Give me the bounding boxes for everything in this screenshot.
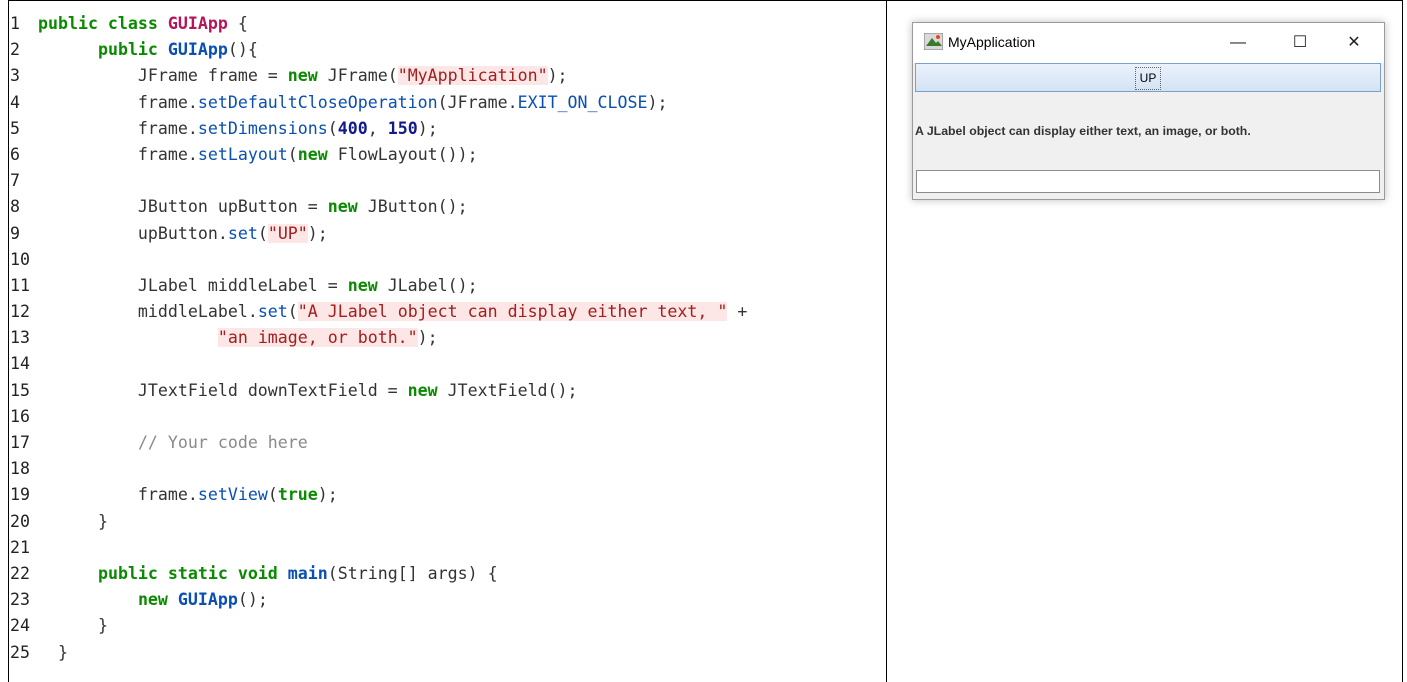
- code-line: 23 new GUIApp();: [10, 587, 880, 613]
- code-line: 7: [10, 168, 880, 194]
- code-line: 14: [10, 351, 880, 377]
- line-number: 19: [10, 485, 30, 505]
- line-number: 15: [10, 380, 30, 400]
- line-number: 10: [10, 249, 30, 269]
- column-divider: [886, 0, 887, 682]
- app-window: MyApplication — ☐ ✕ UP A JLabel object c…: [912, 22, 1385, 200]
- code-listing: 1 public class GUIApp { 2 public GUIApp()…: [10, 11, 880, 666]
- down-text-field[interactable]: [916, 170, 1380, 193]
- java-cup-icon: [924, 33, 943, 50]
- code-line: 21: [10, 535, 880, 561]
- code-line: 25}: [10, 640, 880, 666]
- line-number: 23: [10, 590, 30, 610]
- code-line: 19 frame.setView(true);: [10, 482, 880, 508]
- line-number: 6: [10, 144, 20, 164]
- line-number: 7: [10, 171, 20, 191]
- code-line: 20 }: [10, 509, 880, 535]
- close-button[interactable]: ✕: [1332, 27, 1376, 59]
- code-line: 5 frame.setDimensions(400, 150);: [10, 116, 880, 142]
- line-number: 20: [10, 511, 30, 531]
- line-number: 16: [10, 406, 30, 426]
- minimize-button[interactable]: —: [1216, 27, 1260, 59]
- line-number: 4: [10, 92, 20, 112]
- code-line: 13 "an image, or both.");: [10, 325, 880, 351]
- line-number: 13: [10, 328, 30, 348]
- code-line: 15 JTextField downTextField = new JTextF…: [10, 378, 880, 404]
- code-line: 4 frame.setDefaultCloseOperation(JFrame.…: [10, 90, 880, 116]
- title-bar[interactable]: MyApplication — ☐ ✕: [913, 23, 1384, 63]
- line-number: 5: [10, 118, 20, 138]
- window-title: MyApplication: [948, 34, 1036, 50]
- middle-label: A JLabel object can display either text,…: [915, 124, 1251, 138]
- code-line: 18: [10, 456, 880, 482]
- line-number: 8: [10, 197, 20, 217]
- code-line: 24 }: [10, 613, 880, 639]
- code-line: 11 JLabel middleLabel = new JLabel();: [10, 273, 880, 299]
- line-number: 24: [10, 616, 30, 636]
- line-number: 11: [10, 275, 30, 295]
- code-line: 22 public static void main(String[] args…: [10, 561, 880, 587]
- code-line: 8 JButton upButton = new JButton();: [10, 194, 880, 220]
- code-line: 16: [10, 404, 880, 430]
- code-line: 17 // Your code here: [10, 430, 880, 456]
- line-number: 14: [10, 354, 30, 374]
- line-number: 18: [10, 459, 30, 479]
- up-button[interactable]: UP: [915, 63, 1381, 92]
- line-number: 9: [10, 223, 20, 243]
- code-line: 2 public GUIApp(){: [10, 37, 880, 63]
- up-button-label: UP: [1135, 67, 1161, 90]
- code-line: 9 upButton.set("UP");: [10, 221, 880, 247]
- line-number: 3: [10, 66, 20, 86]
- line-number: 25: [10, 642, 30, 662]
- line-number: 1: [10, 14, 20, 33]
- maximize-button[interactable]: ☐: [1278, 27, 1322, 59]
- code-line: 3 JFrame frame = new JFrame("MyApplicati…: [10, 63, 880, 89]
- line-number: 21: [10, 537, 30, 557]
- code-line: 6 frame.setLayout(new FlowLayout());: [10, 142, 880, 168]
- line-number: 22: [10, 563, 30, 583]
- code-line: 10: [10, 247, 880, 273]
- code-line: 1 public class GUIApp {: [10, 11, 880, 37]
- line-number: 12: [10, 302, 30, 322]
- code-line: 12 middleLabel.set("A JLabel object can …: [10, 299, 880, 325]
- line-number: 2: [10, 40, 20, 60]
- line-number: 17: [10, 433, 30, 452]
